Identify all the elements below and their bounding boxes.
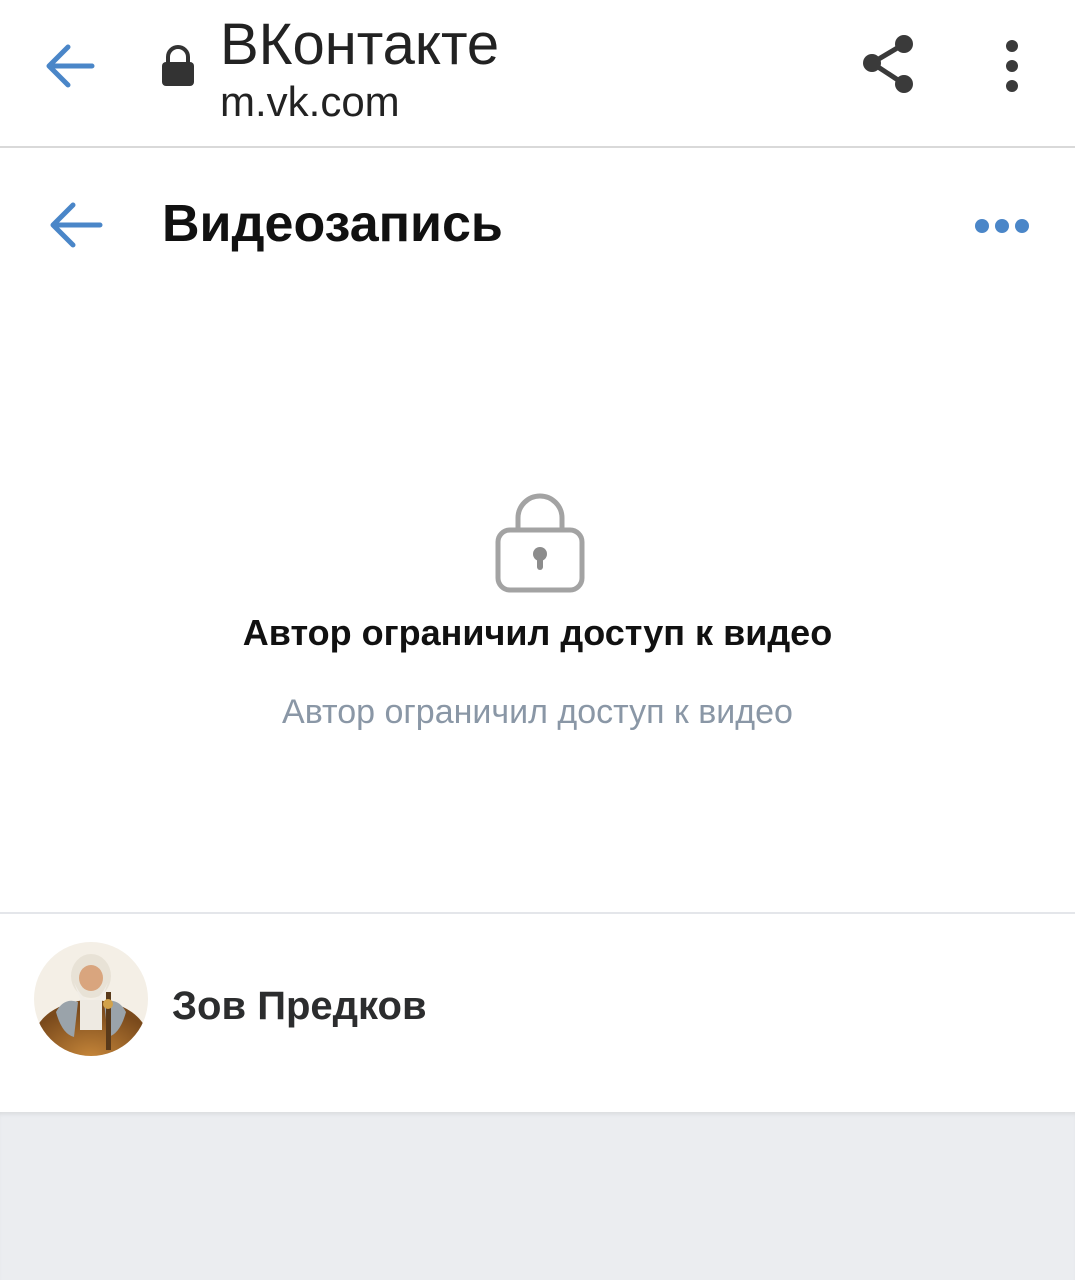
browser-menu-button[interactable] [990, 36, 1034, 96]
more-vertical-icon [1006, 40, 1018, 92]
locked-video-placeholder: Автор ограничил доступ к видео Автор огр… [0, 304, 1075, 912]
page-title: Видеозапись [162, 195, 503, 253]
more-horizontal-icon [975, 219, 1029, 233]
access-restricted-title: Автор ограничил доступ к видео [242, 612, 833, 653]
avatar[interactable] [34, 942, 148, 1056]
browser-toolbar: ВКонтакте m.vk.com [0, 0, 1075, 148]
access-restricted-subtitle: Автор ограничил доступ к видео [282, 693, 793, 731]
owner-name[interactable]: Зов Предков [172, 982, 427, 1030]
browser-back-button[interactable] [40, 38, 100, 94]
share-icon [863, 35, 913, 93]
page-back-button[interactable] [44, 198, 106, 252]
page-header: Видеозапись [0, 148, 1075, 304]
arrow-left-icon [46, 44, 95, 88]
arrow-left-icon [50, 202, 103, 248]
lock-icon [494, 490, 586, 594]
secure-lock-icon [160, 44, 196, 88]
site-url[interactable]: m.vk.com [220, 78, 400, 126]
share-button[interactable] [856, 32, 922, 98]
more-options-button[interactable] [966, 208, 1038, 244]
page-background [0, 1112, 1075, 1280]
site-title: ВКонтакте [220, 12, 500, 77]
video-owner-row[interactable]: Зов Предков [0, 914, 1075, 1112]
